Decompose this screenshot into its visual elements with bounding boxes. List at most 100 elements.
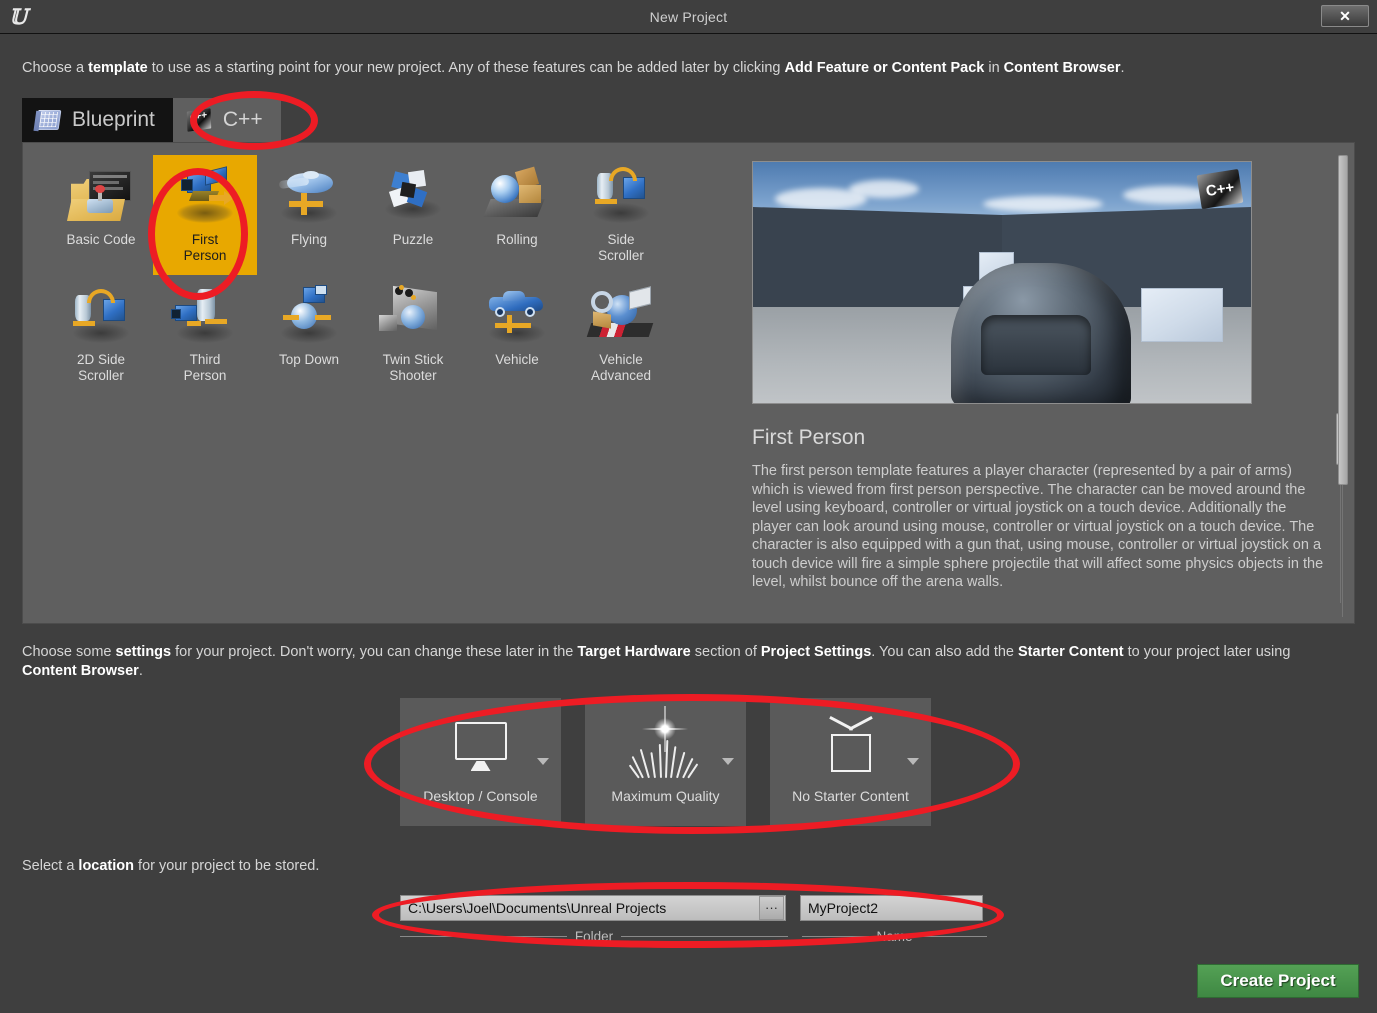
template-item-rolling[interactable]: Rolling	[465, 155, 569, 275]
intro-bold2: Add Feature or Content Pack	[784, 60, 985, 76]
folder-caption: Folder	[400, 925, 789, 947]
template-label: Vehicle Advanced	[590, 352, 652, 383]
project-path-row: C:\Users\Joel\Documents\Unreal Projects …	[400, 895, 983, 921]
target-hardware-label: Desktop / Console	[423, 788, 538, 804]
vehicle-icon	[481, 285, 553, 347]
template-item-flying[interactable]: Flying	[257, 155, 361, 275]
template-item-third-person[interactable]: Third Person	[153, 275, 257, 395]
window-title: New Project	[649, 8, 728, 25]
intro-bold3: Content Browser	[1003, 60, 1121, 76]
close-icon[interactable]: ✕	[1321, 5, 1369, 27]
location-bold1: location	[78, 858, 135, 874]
template-label: Side Scroller	[598, 232, 644, 263]
intro-part1: Choose a	[22, 60, 89, 76]
name-caption: Name	[802, 925, 988, 947]
create-project-button[interactable]: Create Project	[1197, 964, 1359, 998]
template-panel: Basic Code First Person Flying Puzzle Ro…	[22, 142, 1355, 624]
project-name-value[interactable]: MyProject2	[801, 900, 878, 916]
top-down-icon	[273, 285, 345, 347]
template-preview-pane: ✚ C++ First Person The first person temp…	[752, 161, 1346, 606]
monitor-icon	[445, 720, 517, 778]
third-person-icon	[169, 285, 241, 347]
project-name-field[interactable]: MyProject2	[800, 895, 983, 921]
starter-content-dropdown[interactable]: No Starter Content	[770, 698, 931, 826]
location-part2: for your project to be stored.	[134, 858, 320, 874]
preview-box-right	[1141, 288, 1223, 342]
template-label: Twin Stick Shooter	[382, 352, 444, 383]
template-item-basic-code[interactable]: Basic Code	[49, 155, 153, 275]
first-person-icon	[169, 165, 241, 227]
project-type-tabs: Blueprint C++	[22, 98, 281, 142]
twin-stick-shooter-icon	[377, 285, 449, 347]
settings-instruction: Choose some settings for your project. D…	[22, 643, 1342, 681]
flying-icon	[273, 165, 345, 227]
blueprint-book-icon	[35, 107, 63, 133]
template-preview-image: ✚ C++	[752, 161, 1252, 404]
settings-bold1: settings	[115, 644, 172, 660]
template-grid: Basic Code First Person Flying Puzzle Ro…	[49, 155, 709, 395]
template-label: Basic Code	[66, 232, 136, 247]
template-item-2d-side-scroller[interactable]: 2D Side Scroller	[49, 275, 153, 395]
browse-folder-button[interactable]: ···	[759, 896, 784, 920]
intro-bold1: template	[88, 60, 148, 76]
template-item-top-down[interactable]: Top Down	[257, 275, 361, 395]
template-item-puzzle[interactable]: Puzzle	[361, 155, 465, 275]
preview-fade	[752, 592, 1332, 606]
quality-label: Maximum Quality	[611, 788, 720, 804]
puzzle-icon	[377, 165, 449, 227]
settings-bold2: Target Hardware	[577, 644, 691, 660]
template-label: Top Down	[278, 352, 340, 367]
chevron-down-icon[interactable]	[907, 758, 919, 765]
target-hardware-dropdown[interactable]: Desktop / Console	[400, 698, 561, 826]
starter-content-label: No Starter Content	[792, 788, 909, 804]
chevron-down-icon[interactable]	[722, 758, 734, 765]
template-label: Vehicle	[495, 352, 539, 367]
template-label: First Person	[183, 232, 227, 263]
tab-cpp[interactable]: C++	[172, 98, 281, 142]
template-item-vehicle[interactable]: Vehicle	[465, 275, 569, 395]
settings-part5: to your project later using	[1123, 644, 1291, 660]
settings-part4: . You can also add the	[871, 644, 1019, 660]
side-scroller-icon	[585, 165, 657, 227]
tab-blueprint[interactable]: Blueprint	[22, 98, 173, 142]
intro-part3: in	[984, 60, 1004, 76]
settings-part3: section of	[690, 644, 761, 660]
vehicle-advanced-icon	[585, 285, 657, 347]
preview-weapon	[951, 263, 1131, 403]
new-project-dialog: 𝕌 New Project ✕ Choose a template to use…	[0, 0, 1377, 1013]
path-captions: Folder Name	[400, 925, 988, 947]
template-label: Flying	[290, 232, 327, 247]
settings-bold4: Starter Content	[1018, 644, 1124, 660]
intro-part4: .	[1120, 60, 1125, 76]
intro-part2: to use as a starting point for your new …	[147, 60, 785, 76]
template-item-vehicle-advanced[interactable]: Vehicle Advanced	[569, 275, 673, 395]
settings-part1: Choose some	[22, 644, 116, 660]
preview-title: First Person	[752, 426, 866, 449]
template-item-twin-stick-shooter[interactable]: Twin Stick Shooter	[361, 275, 465, 395]
quality-dropdown[interactable]: Maximum Quality	[585, 698, 746, 826]
folder-caption-label: Folder	[574, 928, 614, 944]
chevron-down-icon[interactable]	[537, 758, 549, 765]
template-panel-scrollbar[interactable]	[1338, 155, 1348, 617]
settings-bold3: Project Settings	[760, 644, 872, 660]
project-settings-row: Desktop / Console Maximum Quality No Sta…	[400, 698, 931, 826]
template-label: Third Person	[183, 352, 227, 383]
location-part1: Select a	[22, 858, 79, 874]
settings-part6: .	[138, 663, 143, 679]
settings-part2: for your project. Don't worry, you can c…	[171, 644, 578, 660]
folder-value[interactable]: C:\Users\Joel\Documents\Unreal Projects	[401, 900, 759, 916]
template-item-side-scroller[interactable]: Side Scroller	[569, 155, 673, 275]
template-label: Rolling	[496, 232, 538, 247]
rolling-icon	[481, 165, 553, 227]
template-item-first-person[interactable]: First Person	[153, 155, 257, 275]
tab-cpp-label: C++	[222, 108, 263, 131]
location-instruction: Select a location for your project to be…	[22, 858, 319, 874]
open-box-icon	[815, 715, 887, 778]
template-label: 2D Side Scroller	[76, 352, 126, 383]
basic-code-icon	[65, 165, 137, 227]
template-instruction: Choose a template to use as a starting p…	[22, 58, 1352, 78]
folder-field[interactable]: C:\Users\Joel\Documents\Unreal Projects …	[400, 895, 786, 921]
name-caption-label: Name	[876, 928, 913, 944]
preview-description: The first person template features a pla…	[752, 463, 1324, 590]
2d-side-scroller-icon	[65, 285, 137, 347]
